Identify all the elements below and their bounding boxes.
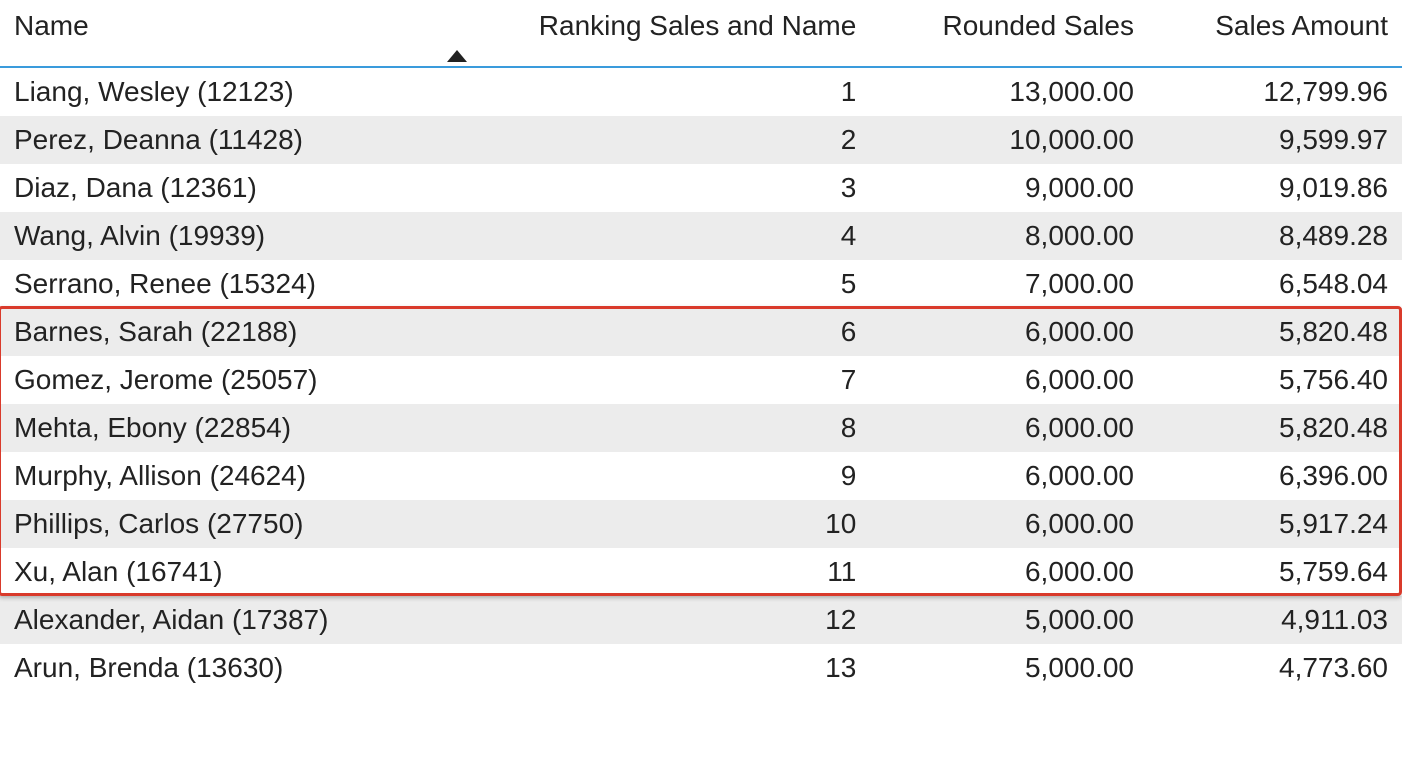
col-header-ranking[interactable]: Ranking Sales and Name [433, 0, 870, 67]
table-row[interactable]: Wang, Alvin (19939)48,000.008,489.28 [0, 212, 1402, 260]
cell-amount: 12,799.96 [1148, 67, 1402, 116]
cell-amount: 5,759.64 [1148, 548, 1402, 596]
cell-rounded: 13,000.00 [870, 67, 1148, 116]
cell-name: Gomez, Jerome (25057) [0, 356, 433, 404]
cell-name: Serrano, Renee (15324) [0, 260, 433, 308]
sales-table: Name Ranking Sales and Name Rounded Sale… [0, 0, 1402, 692]
col-header-rounded[interactable]: Rounded Sales [870, 0, 1148, 67]
table-row[interactable]: Murphy, Allison (24624)96,000.006,396.00 [0, 452, 1402, 500]
cell-ranking: 5 [433, 260, 870, 308]
col-header-name-label: Name [14, 10, 89, 41]
table-row[interactable]: Diaz, Dana (12361)39,000.009,019.86 [0, 164, 1402, 212]
table-row[interactable]: Barnes, Sarah (22188)66,000.005,820.48 [0, 308, 1402, 356]
col-header-name[interactable]: Name [0, 0, 433, 67]
cell-name: Barnes, Sarah (22188) [0, 308, 433, 356]
col-header-amount-label: Sales Amount [1215, 10, 1388, 41]
col-header-ranking-label: Ranking Sales and Name [539, 10, 857, 41]
cell-rounded: 6,000.00 [870, 308, 1148, 356]
cell-rounded: 6,000.00 [870, 452, 1148, 500]
cell-amount: 9,599.97 [1148, 116, 1402, 164]
cell-amount: 8,489.28 [1148, 212, 1402, 260]
cell-rounded: 10,000.00 [870, 116, 1148, 164]
cell-rounded: 6,000.00 [870, 500, 1148, 548]
table-row[interactable]: Arun, Brenda (13630)135,000.004,773.60 [0, 644, 1402, 692]
cell-name: Xu, Alan (16741) [0, 548, 433, 596]
cell-ranking: 12 [433, 596, 870, 644]
cell-name: Liang, Wesley (12123) [0, 67, 433, 116]
cell-name: Perez, Deanna (11428) [0, 116, 433, 164]
cell-amount: 4,773.60 [1148, 644, 1402, 692]
cell-amount: 5,820.48 [1148, 308, 1402, 356]
cell-name: Arun, Brenda (13630) [0, 644, 433, 692]
table-row[interactable]: Serrano, Renee (15324)57,000.006,548.04 [0, 260, 1402, 308]
cell-rounded: 6,000.00 [870, 548, 1148, 596]
cell-amount: 4,911.03 [1148, 596, 1402, 644]
cell-ranking: 7 [433, 356, 870, 404]
table-row[interactable]: Phillips, Carlos (27750)106,000.005,917.… [0, 500, 1402, 548]
cell-name: Diaz, Dana (12361) [0, 164, 433, 212]
cell-amount: 6,548.04 [1148, 260, 1402, 308]
table-row[interactable]: Liang, Wesley (12123)113,000.0012,799.96 [0, 67, 1402, 116]
cell-amount: 5,917.24 [1148, 500, 1402, 548]
cell-amount: 5,820.48 [1148, 404, 1402, 452]
cell-rounded: 8,000.00 [870, 212, 1148, 260]
cell-ranking: 11 [433, 548, 870, 596]
cell-rounded: 5,000.00 [870, 644, 1148, 692]
table-row[interactable]: Perez, Deanna (11428)210,000.009,599.97 [0, 116, 1402, 164]
table-row[interactable]: Gomez, Jerome (25057)76,000.005,756.40 [0, 356, 1402, 404]
cell-ranking: 10 [433, 500, 870, 548]
table-row[interactable]: Mehta, Ebony (22854)86,000.005,820.48 [0, 404, 1402, 452]
cell-ranking: 2 [433, 116, 870, 164]
cell-amount: 9,019.86 [1148, 164, 1402, 212]
table-row[interactable]: Xu, Alan (16741)116,000.005,759.64 [0, 548, 1402, 596]
cell-amount: 6,396.00 [1148, 452, 1402, 500]
cell-rounded: 9,000.00 [870, 164, 1148, 212]
sort-ascending-icon [447, 50, 467, 62]
cell-ranking: 6 [433, 308, 870, 356]
table-wrap: Name Ranking Sales and Name Rounded Sale… [0, 0, 1402, 692]
table-row[interactable]: Alexander, Aidan (17387)125,000.004,911.… [0, 596, 1402, 644]
table-body: Liang, Wesley (12123)113,000.0012,799.96… [0, 67, 1402, 692]
col-header-rounded-label: Rounded Sales [942, 10, 1133, 41]
cell-ranking: 9 [433, 452, 870, 500]
cell-rounded: 7,000.00 [870, 260, 1148, 308]
cell-amount: 5,756.40 [1148, 356, 1402, 404]
cell-name: Alexander, Aidan (17387) [0, 596, 433, 644]
cell-ranking: 4 [433, 212, 870, 260]
cell-rounded: 6,000.00 [870, 356, 1148, 404]
cell-ranking: 13 [433, 644, 870, 692]
cell-name: Murphy, Allison (24624) [0, 452, 433, 500]
header-row: Name Ranking Sales and Name Rounded Sale… [0, 0, 1402, 67]
cell-ranking: 1 [433, 67, 870, 116]
cell-name: Phillips, Carlos (27750) [0, 500, 433, 548]
cell-ranking: 8 [433, 404, 870, 452]
cell-rounded: 6,000.00 [870, 404, 1148, 452]
cell-rounded: 5,000.00 [870, 596, 1148, 644]
cell-name: Mehta, Ebony (22854) [0, 404, 433, 452]
col-header-amount[interactable]: Sales Amount [1148, 0, 1402, 67]
cell-name: Wang, Alvin (19939) [0, 212, 433, 260]
cell-ranking: 3 [433, 164, 870, 212]
